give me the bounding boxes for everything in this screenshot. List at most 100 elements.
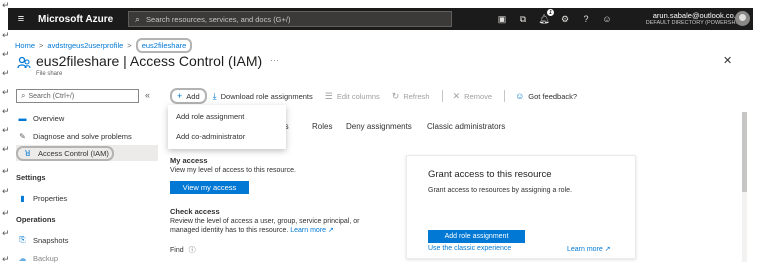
close-icon[interactable]: ✕	[723, 54, 732, 67]
breadcrumb: Home > avdstrgeus2userprofile > eus2file…	[15, 38, 193, 53]
feedback-icon[interactable]: ☺	[600, 12, 614, 26]
my-access-text: View my level of access to this resource…	[170, 167, 296, 174]
download-label: Download role assignments	[220, 91, 313, 101]
azure-top-bar: ≡ Microsoft Azure ⌕ Search resources, se…	[8, 8, 753, 30]
command-divider	[441, 90, 443, 102]
paragraph-mark: ↵	[2, 126, 10, 136]
sidebar-item-diagnose[interactable]: ✎ Diagnose and solve problems	[16, 128, 158, 144]
view-my-access-button[interactable]: View my access	[170, 181, 249, 194]
sidebar-group-operations: Operations	[16, 215, 56, 224]
sidebar-group-settings: Settings	[16, 173, 46, 182]
paragraph-mark: ↵	[2, 229, 10, 239]
sidebar-item-label: Diagnose and solve problems	[33, 131, 132, 141]
feedback-person-icon: ☺	[515, 91, 525, 101]
chevron-right-icon: >	[39, 41, 44, 50]
paragraph-mark: ↵	[2, 31, 10, 41]
breadcrumb-home[interactable]: Home	[15, 41, 35, 50]
grant-access-learn-more-link[interactable]: Learn more ↗	[567, 245, 611, 253]
info-icon[interactable]: ⓘ	[189, 247, 196, 254]
sidebar-item-access-control[interactable]: ꓤ Access Control (IAM)	[16, 145, 158, 161]
find-label: Find	[170, 247, 184, 254]
directory-filter-icon[interactable]: ⧉	[516, 12, 530, 26]
global-search-placeholder: Search resources, services, and docs (G+…	[146, 14, 291, 24]
paragraph-mark: ↵	[2, 50, 10, 60]
refresh-label: Refresh	[403, 91, 430, 101]
paragraph-mark: ↵	[2, 187, 10, 197]
edit-columns-icon: ☰	[324, 90, 333, 101]
check-access-text-line1: Review the level of access a user, group…	[170, 218, 360, 225]
sidebar-item-label: Properties	[33, 193, 68, 203]
snapshots-icon: ⎘	[19, 235, 26, 244]
more-options-icon[interactable]: ···	[270, 55, 279, 65]
iam-people-icon	[17, 56, 31, 69]
download-role-assignments-button[interactable]: ⤓ Download role assignments	[213, 91, 313, 102]
sidebar-item-snapshots[interactable]: ⎘ Snapshots	[16, 232, 158, 248]
paragraph-mark: ↵	[2, 255, 10, 265]
add-role-assignment-button[interactable]: Add role assignment	[428, 230, 525, 243]
paragraph-mark: ↵	[2, 145, 10, 155]
refresh-button[interactable]: ↻ Refresh	[392, 91, 430, 102]
brand-title[interactable]: Microsoft Azure	[38, 14, 113, 25]
breadcrumb-fileshare[interactable]: eus2fileshare	[135, 38, 193, 53]
account-email: arun.sabale@outlook.co...	[652, 11, 740, 20]
tab-roles[interactable]: Roles	[312, 122, 332, 131]
wrench-icon: ✎	[19, 131, 26, 141]
remove-x-icon: ✕	[452, 90, 461, 101]
paragraph-mark: ↵	[2, 88, 10, 98]
feedback-label: Got feedback?	[528, 91, 578, 101]
sidebar-search-input[interactable]: ⌕ Search (Ctrl+/)	[16, 89, 139, 103]
classic-experience-link[interactable]: Use the classic experience	[428, 245, 511, 252]
page-title: eus2fileshare | Access Control (IAM)	[36, 53, 263, 69]
remove-button[interactable]: ✕ Remove	[453, 91, 492, 102]
paragraph-mark: ↵	[2, 167, 10, 177]
edit-columns-button[interactable]: ☰ Edit columns	[325, 91, 380, 102]
scrollbar-thumb[interactable]	[742, 112, 747, 192]
remove-label: Remove	[464, 91, 493, 101]
collapse-sidebar-icon[interactable]: «	[145, 90, 150, 100]
add-button-label: Add	[186, 91, 200, 101]
content-scrollbar[interactable]	[742, 112, 747, 262]
grant-access-card: Grant access to this resource Grant acce…	[406, 155, 636, 259]
tab-classic-administrators[interactable]: Classic administrators	[427, 122, 505, 131]
download-icon: ⤓	[212, 90, 217, 101]
menu-item-add-co-administrator[interactable]: Add co-administrator	[176, 132, 245, 141]
feedback-button[interactable]: ☺ Got feedback?	[515, 91, 577, 101]
sidebar-item-properties[interactable]: ▮ Properties	[16, 190, 158, 206]
menu-item-add-role-assignment[interactable]: Add role assignment	[176, 112, 244, 121]
my-access-heading: My access	[170, 156, 208, 165]
search-icon: ⌕	[135, 13, 141, 24]
global-search-input[interactable]: ⌕ Search resources, services, and docs (…	[128, 11, 452, 27]
notifications-bell-icon[interactable]: 🔔︎ 1	[537, 9, 554, 26]
sidebar-item-backup[interactable]: ☁ Backup	[16, 253, 158, 263]
settings-gear-icon[interactable]: ⚙	[558, 12, 572, 26]
paragraph-mark: ↵	[2, 69, 10, 79]
external-link-icon: ↗	[604, 246, 611, 253]
command-bar: + Add ⤓ Download role assignments ☰ Edit…	[170, 87, 589, 105]
check-access-text-line2-text: managed identity has to this resource.	[170, 227, 289, 234]
help-icon[interactable]: ?	[579, 12, 593, 26]
plus-icon: +	[177, 91, 183, 101]
sidebar-item-overview[interactable]: ▬ Overview	[16, 110, 158, 126]
hamburger-menu-icon[interactable]: ≡	[12, 13, 30, 25]
overview-icon: ▬	[18, 113, 27, 123]
page-subtitle: File share	[36, 71, 63, 77]
sidebar-item-access-control-highlight: ꓤ Access Control (IAM)	[16, 145, 114, 161]
check-access-heading: Check access	[170, 207, 220, 216]
cloud-shell-icon[interactable]: ▣	[495, 12, 509, 26]
sidebar-item-label: Overview	[33, 113, 65, 123]
external-link-icon: ↗	[328, 227, 334, 234]
account-info[interactable]: arun.sabale@outlook.co... DEFAULT DIRECT…	[634, 11, 740, 26]
sidebar-item-label: Snapshots	[33, 235, 69, 245]
grant-access-learn-more-label: Learn more	[567, 246, 603, 253]
command-divider	[504, 90, 506, 102]
check-access-text-line2: managed identity has to this resource. L…	[170, 226, 334, 235]
add-button[interactable]: + Add	[170, 88, 207, 104]
sidebar-item-label: Access Control (IAM)	[38, 148, 109, 158]
avatar[interactable]	[735, 11, 750, 26]
sidebar-search-placeholder: Search (Ctrl+/)	[28, 92, 75, 100]
paragraph-mark: ↵	[2, 107, 10, 117]
check-access-learn-more-link[interactable]: Learn more	[290, 227, 326, 234]
tab-deny-assignments[interactable]: Deny assignments	[346, 122, 412, 131]
search-icon: ⌕	[21, 91, 26, 100]
breadcrumb-storage-account[interactable]: avdstrgeus2userprofile	[47, 41, 123, 50]
